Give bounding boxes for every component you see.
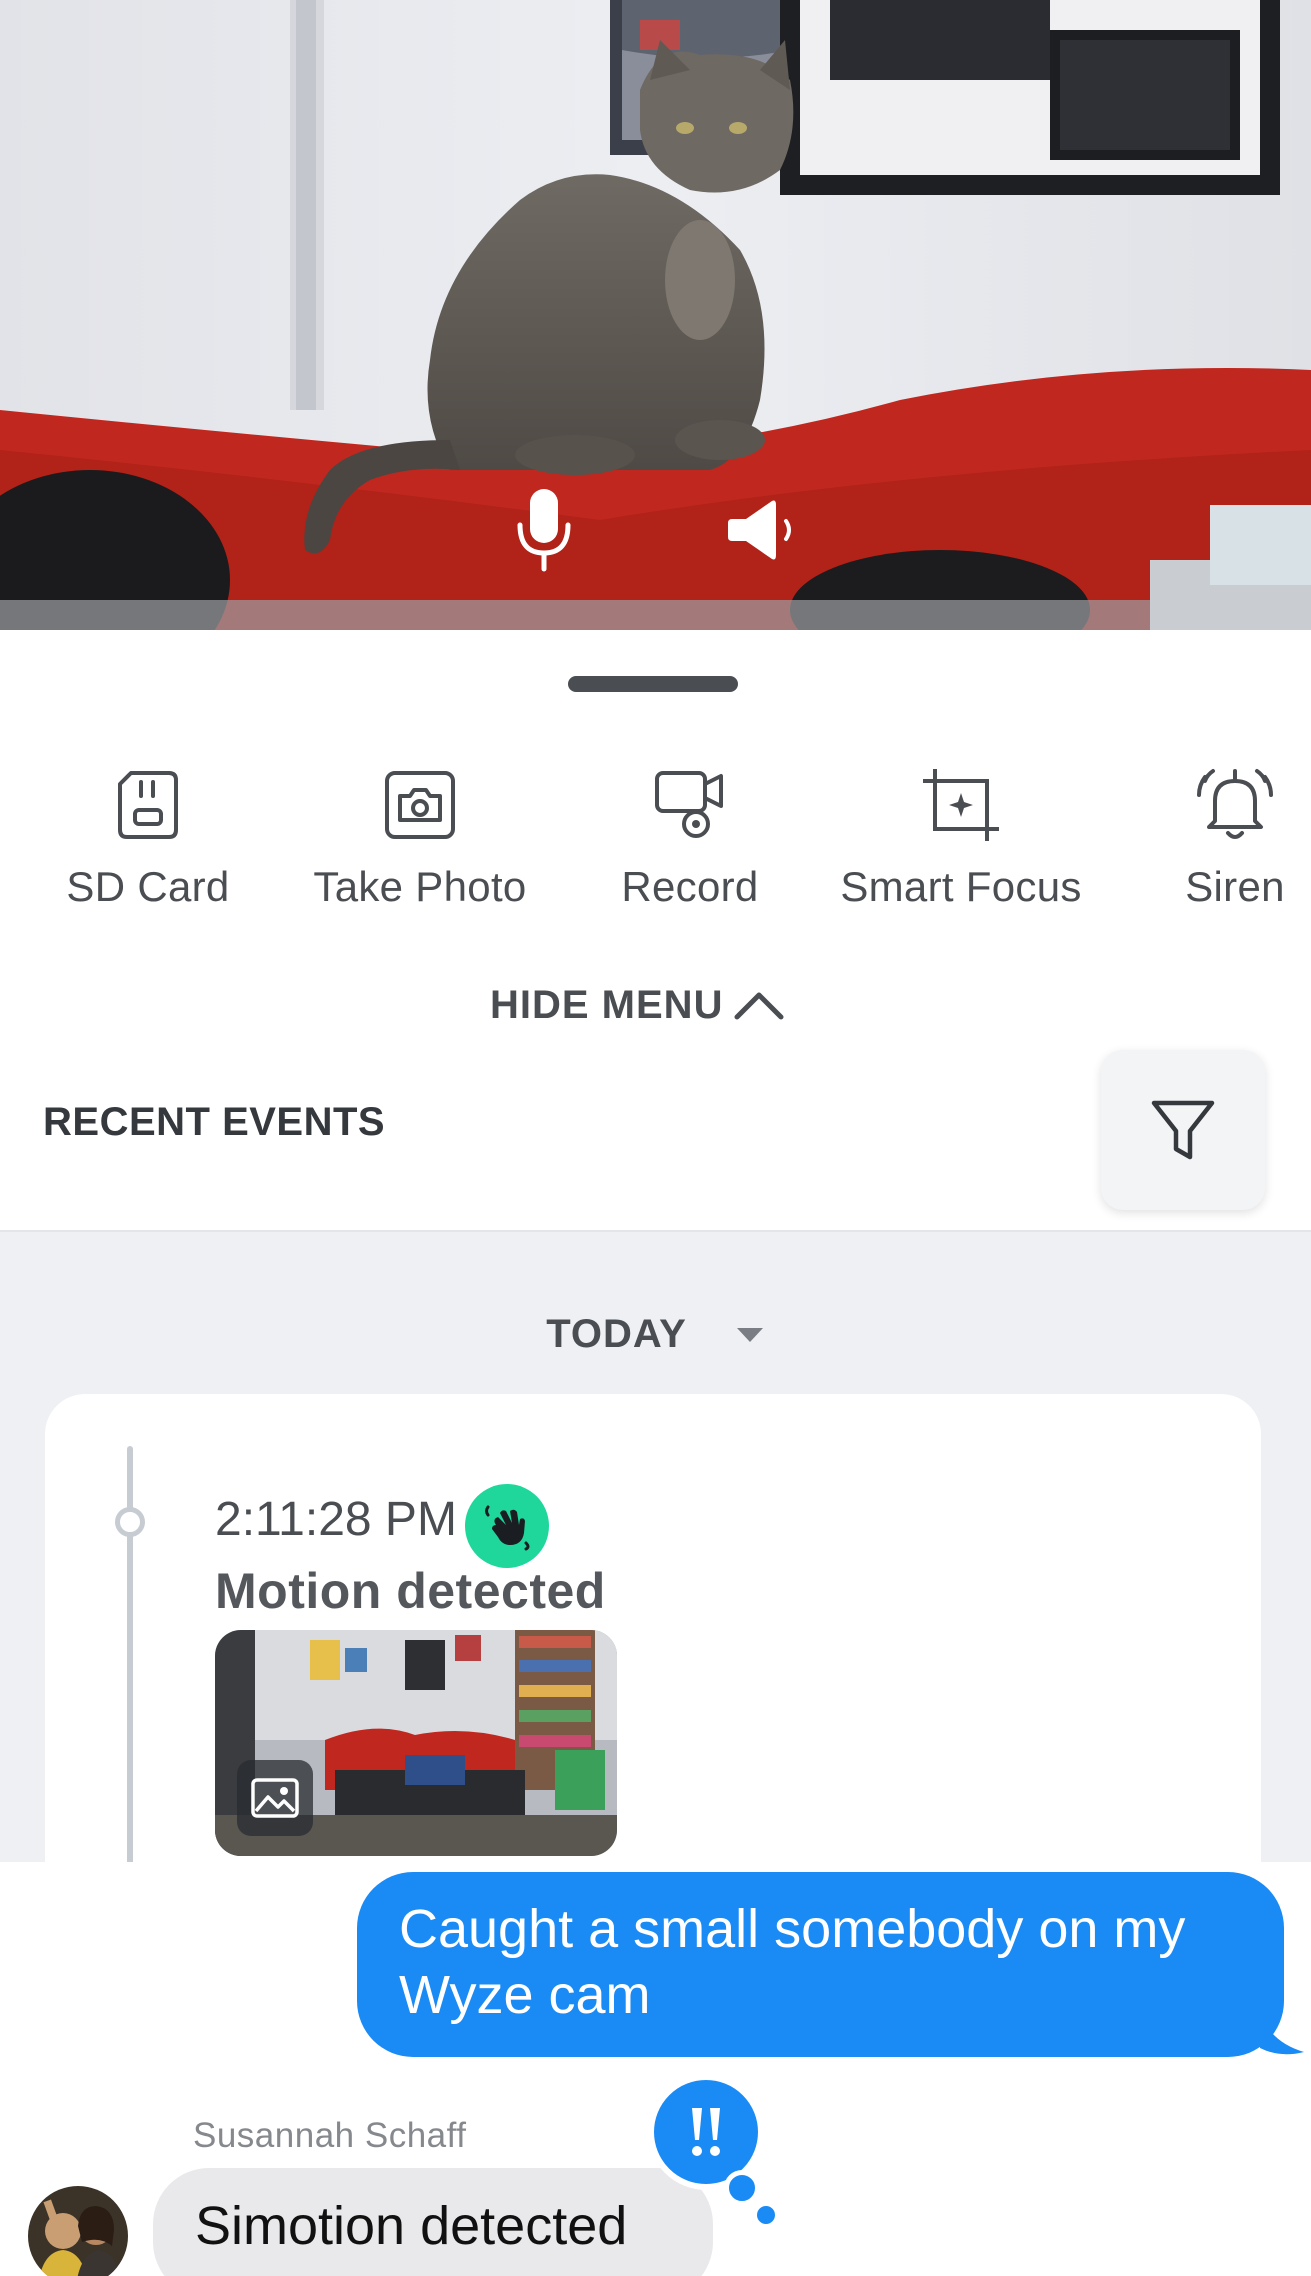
photo-icon [237, 1760, 313, 1836]
event-thumbnail[interactable] [215, 1630, 617, 1856]
hide-menu-label: HIDE MENU [490, 982, 724, 1027]
siren-icon [1195, 765, 1275, 845]
speaker-button[interactable] [713, 480, 813, 580]
event-time: 2:11:28 PM [215, 1493, 457, 1546]
camera-live-view[interactable] [0, 0, 1311, 630]
menu-item-label: Siren [1185, 863, 1285, 910]
avatar[interactable] [28, 2186, 128, 2276]
event-title: Motion detected [215, 1563, 606, 1619]
outgoing-message-bubble[interactable]: Caught a small somebody on my Wyze cam [357, 1872, 1284, 2057]
incoming-message-bubble[interactable]: Simotion detected [153, 2168, 713, 2276]
day-label: TODAY [546, 1312, 687, 1356]
outgoing-bubble-tail [1260, 2012, 1304, 2055]
menu-item-label: SD Card [66, 863, 230, 910]
menu-item-label: Take Photo [313, 863, 527, 910]
camera-icon [380, 765, 460, 845]
motion-hand-icon [465, 1484, 549, 1568]
timeline-dot [115, 1507, 145, 1537]
microphone-icon [517, 489, 571, 572]
event-card[interactable]: 2:11:28 PM Motion detected [45, 1394, 1261, 1862]
tapback-tail-dot-small [757, 2206, 775, 2224]
menu-item-label: Smart Focus [840, 863, 1082, 910]
recent-events-title: RECENT EVENTS [43, 1100, 386, 1144]
tapback-tail-dot [724, 2170, 760, 2206]
filter-icon [1151, 1100, 1215, 1160]
menu-item-record[interactable]: Record [600, 765, 780, 945]
menu-item-take-photo[interactable]: Take Photo [300, 765, 540, 945]
events-list: TODAY 2:11:28 PM Motion detected [0, 1230, 1311, 1862]
smart-focus-icon [921, 765, 1001, 845]
menu-item-sd-card[interactable]: SD Card [58, 765, 238, 945]
action-menu: SD Card Take Photo Record Smart Focus Si… [0, 765, 1311, 945]
drag-handle[interactable] [568, 676, 738, 692]
speaker-icon [728, 500, 791, 560]
controls-sheet: SD Card Take Photo Record Smart Focus Si… [0, 630, 1311, 1230]
caret-down-icon [736, 1327, 763, 1342]
sender-name: Susannah Schaff [193, 2116, 467, 2155]
hide-menu-button[interactable]: HIDE MENU [490, 975, 785, 1035]
record-icon [650, 765, 730, 845]
chevron-up-icon [734, 992, 784, 1020]
menu-item-label: Record [621, 863, 759, 910]
menu-item-smart-focus[interactable]: Smart Focus [826, 765, 1096, 945]
filter-button[interactable] [1101, 1050, 1265, 1210]
live-camera-image [0, 0, 1311, 630]
day-selector[interactable]: TODAY [0, 1312, 1311, 1357]
imessage-thread: Caught a small somebody on my Wyze cam S… [0, 1862, 1311, 2276]
menu-item-siren[interactable]: Siren [1160, 765, 1310, 945]
sd-card-icon [108, 765, 188, 845]
microphone-button[interactable] [494, 480, 594, 580]
